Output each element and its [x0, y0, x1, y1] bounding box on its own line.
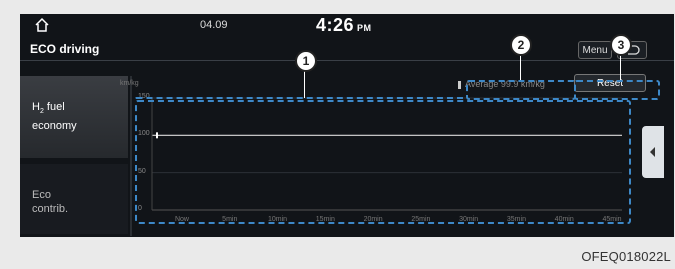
page-title: ECO driving [30, 42, 100, 56]
callout-2: 2 [510, 34, 532, 56]
annotation-average-box [466, 80, 576, 100]
callout-1: 1 [295, 50, 317, 72]
callout-leader-2 [520, 52, 521, 80]
tab-label-line1: Eco [32, 189, 51, 201]
y-axis-unit: km/kg [120, 80, 139, 87]
clock-ampm: PM [357, 23, 372, 33]
callout-3: 3 [610, 34, 632, 56]
tab-eco-contribution[interactable]: Eco contrib. [20, 164, 128, 234]
average-marker [458, 80, 461, 89]
date: 04.09 [200, 19, 228, 31]
clock-time: 4:26 [316, 15, 355, 35]
arrow-left-icon [650, 147, 655, 157]
clock: 4:26 PM [316, 15, 372, 36]
status-bar: 04.09 4:26 PM [20, 14, 674, 38]
annotation-reset-box [574, 80, 660, 100]
figure-code: OFEQ018022L [581, 249, 671, 264]
annotation-chart-box [135, 100, 631, 224]
tab-label-line2: contrib. [32, 203, 69, 215]
home-icon[interactable] [34, 17, 50, 33]
tab-separator [130, 76, 132, 236]
callout-leader-3 [620, 52, 621, 80]
title-divider [20, 60, 674, 61]
menu-button[interactable]: Menu [578, 41, 612, 59]
tab-label-line1: H2 fuel [32, 101, 65, 116]
tab-label-line2: economy [32, 120, 77, 133]
side-panel-toggle[interactable] [642, 126, 664, 178]
title-bar: ECO driving Menu [20, 38, 674, 62]
annotation-top-line [134, 97, 468, 102]
tab-h2-fuel-economy[interactable]: H2 fuel economy [20, 76, 128, 158]
callout-leader-1 [304, 68, 305, 98]
